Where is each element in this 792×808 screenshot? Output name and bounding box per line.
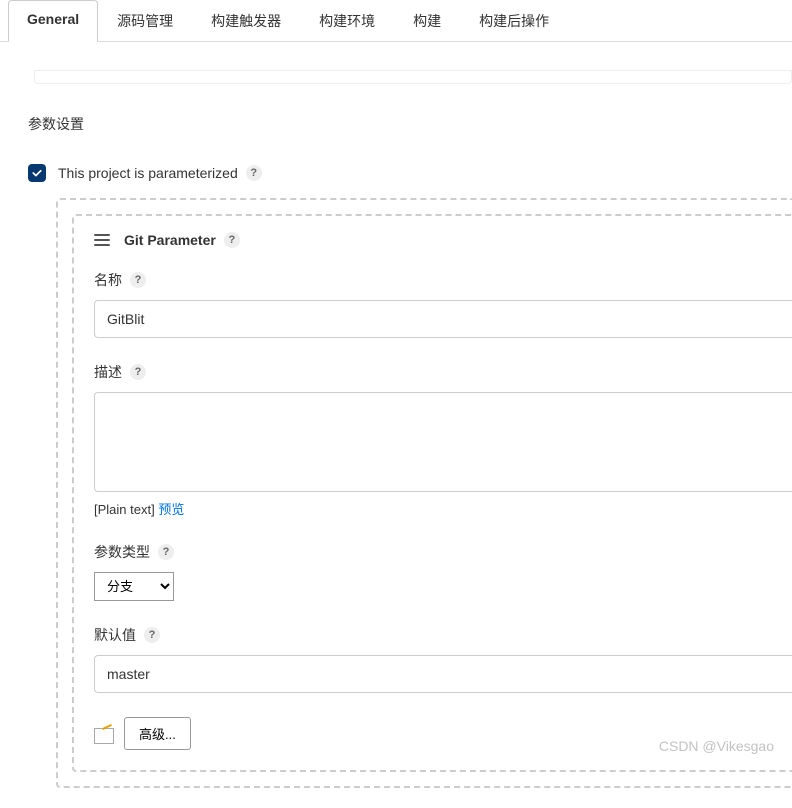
preview-link[interactable]: 预览 — [158, 502, 184, 517]
name-field-group: 名称 ? — [94, 270, 792, 338]
tab-scm[interactable]: 源码管理 — [98, 0, 192, 41]
help-icon[interactable]: ? — [144, 627, 160, 643]
param-title: Git Parameter — [124, 232, 216, 248]
name-label: 名称 — [94, 270, 122, 290]
tab-triggers[interactable]: 构建触发器 — [192, 0, 300, 41]
tab-general[interactable]: General — [8, 0, 98, 42]
tab-env[interactable]: 构建环境 — [300, 0, 394, 41]
help-icon[interactable]: ? — [130, 364, 146, 380]
param-inner: Git Parameter ? 名称 ? 描述 ? [Plain text] — [72, 214, 792, 772]
help-icon[interactable]: ? — [130, 272, 146, 288]
tab-post[interactable]: 构建后操作 — [460, 0, 568, 41]
type-field-group: 参数类型 ? 分支 — [94, 542, 792, 601]
content-area: 参数设置 This project is parameterized ? Git… — [0, 42, 792, 808]
type-select[interactable]: 分支 — [94, 572, 174, 601]
default-field-group: 默认值 ? — [94, 625, 792, 693]
default-label: 默认值 — [94, 625, 136, 645]
name-input[interactable] — [94, 300, 792, 338]
parameterized-checkbox[interactable] — [28, 164, 46, 182]
help-icon[interactable]: ? — [158, 544, 174, 560]
help-icon[interactable]: ? — [246, 165, 262, 181]
parameterized-label: This project is parameterized — [58, 165, 238, 181]
param-container: Git Parameter ? 名称 ? 描述 ? [Plain text] — [56, 198, 792, 788]
plain-text-row: [Plain text] 预览 — [94, 499, 792, 518]
desc-label: 描述 — [94, 362, 122, 382]
type-label: 参数类型 — [94, 542, 150, 562]
param-header: Git Parameter ? — [94, 232, 792, 248]
default-input[interactable] — [94, 655, 792, 693]
tab-build[interactable]: 构建 — [394, 0, 460, 41]
check-icon — [31, 167, 43, 179]
config-tabs: General 源码管理 构建触发器 构建环境 构建 构建后操作 — [0, 0, 792, 42]
notepad-icon — [94, 724, 114, 744]
desc-textarea[interactable] — [94, 392, 792, 492]
parameterized-row: This project is parameterized ? — [28, 164, 764, 182]
advanced-row: 高级... — [94, 717, 792, 750]
plain-text-label: [Plain text] — [94, 502, 155, 517]
section-title: 参数设置 — [28, 114, 764, 134]
drag-handle-icon[interactable] — [94, 234, 110, 246]
faded-prev-section — [34, 70, 792, 84]
desc-field-group: 描述 ? [Plain text] 预览 — [94, 362, 792, 518]
advanced-button[interactable]: 高级... — [124, 717, 191, 750]
help-icon[interactable]: ? — [224, 232, 240, 248]
